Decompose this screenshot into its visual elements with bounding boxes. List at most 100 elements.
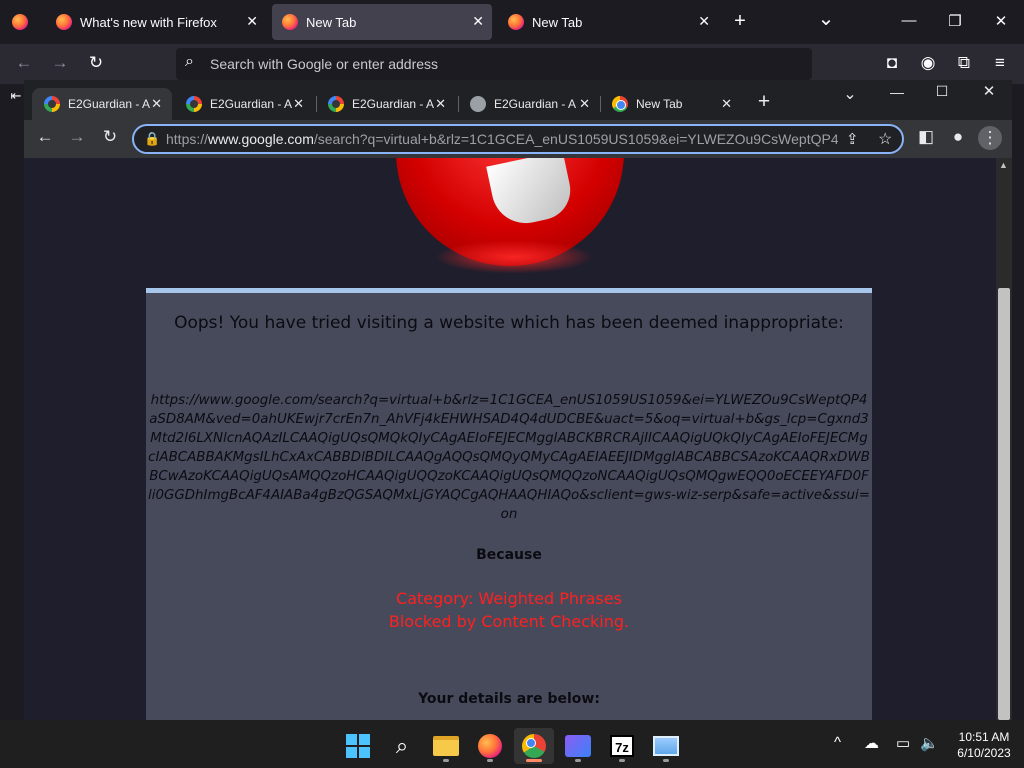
reload-icon[interactable]: ↻: [84, 53, 108, 73]
firefox-tab-bar: What's new with Firefox - More ✕ New Tab…: [0, 0, 1024, 44]
chrome-tab-e2guardian-3[interactable]: E2Guardian - A ✕: [316, 88, 456, 120]
back-icon[interactable]: ←: [12, 53, 36, 73]
clock-time: 10:51 AM: [958, 730, 1010, 744]
file-explorer-button[interactable]: [426, 728, 466, 764]
start-button[interactable]: [338, 728, 378, 764]
firefox-icon: [478, 734, 502, 758]
back-icon[interactable]: ←: [33, 127, 57, 147]
chrome-menu-icon[interactable]: ⋮: [978, 126, 1002, 150]
running-indicator: [663, 759, 669, 762]
running-indicator: [443, 759, 449, 762]
close-icon[interactable]: ✕: [246, 13, 258, 30]
reason-line: Blocked by Content Checking.: [388, 612, 630, 631]
taskbar-clock[interactable]: 10:51 AM 6/10/2023: [946, 729, 1022, 761]
close-icon[interactable]: ✕: [435, 96, 446, 112]
close-window-button[interactable]: ✕: [977, 82, 1001, 100]
google-icon: [328, 96, 344, 112]
7zip-button[interactable]: 7z: [602, 728, 642, 764]
chrome-icon: [522, 734, 546, 758]
block-reason: Category: Weighted Phrases Blocked by Co…: [146, 587, 872, 633]
close-icon[interactable]: ✕: [698, 13, 710, 30]
google-icon: [44, 96, 60, 112]
share-icon[interactable]: ⇪: [846, 130, 859, 148]
maximize-button[interactable]: ❐: [945, 12, 965, 30]
profile-icon[interactable]: ●: [946, 127, 970, 147]
category-line: Category: Weighted Phrases: [396, 589, 622, 608]
photos-button[interactable]: [646, 728, 686, 764]
chrome-taskbar-button[interactable]: [514, 728, 554, 764]
block-message-card: Oops! You have tried visiting a website …: [146, 288, 872, 720]
url-scheme: https://: [166, 131, 209, 147]
volume-icon[interactable]: 🔈: [920, 734, 939, 752]
running-indicator: [575, 759, 581, 762]
maximize-button[interactable]: ☐: [930, 83, 954, 100]
tab-label: E2Guardian - A: [210, 97, 292, 111]
tab-label: E2Guardian - A: [494, 97, 576, 111]
chrome-tab-e2guardian-4[interactable]: E2Guardian - A ✕: [458, 88, 600, 120]
menu-icon[interactable]: ≡: [988, 53, 1012, 73]
firefox-icon: [282, 14, 298, 30]
scrollbar-thumb[interactable]: [998, 288, 1010, 720]
firefox-view-icon[interactable]: [12, 14, 28, 30]
new-tab-button[interactable]: +: [728, 10, 752, 33]
chrome-address-bar[interactable]: 🔒 https://www.google.com/search?q=virtua…: [132, 124, 904, 154]
chrome-tab-new-tab[interactable]: New Tab ✕: [600, 88, 742, 120]
search-button[interactable]: ⌕: [382, 728, 422, 764]
firefox-tab-new-tab-active[interactable]: New Tab ✕: [272, 4, 492, 40]
tab-label: New Tab: [532, 14, 583, 30]
url-text[interactable]: https://www.google.com/search?q=virtual+…: [166, 131, 838, 147]
chrome-window: E2Guardian - A ✕ E2Guardian - A ✕ E2Guar…: [24, 80, 1012, 720]
clipchamp-button[interactable]: [558, 728, 598, 764]
new-tab-button[interactable]: +: [752, 90, 776, 114]
url-path: /search?q=virtual+b&rlz=1C1GCEA_enUS1059…: [313, 131, 838, 147]
reload-icon[interactable]: ↻: [98, 127, 122, 147]
lock-icon: 🔒: [144, 131, 161, 146]
close-icon[interactable]: ✕: [151, 96, 162, 112]
minimize-button[interactable]: —: [885, 84, 909, 100]
firefox-taskbar-button[interactable]: [470, 728, 510, 764]
tab-label: New Tab: [636, 97, 683, 111]
windows-logo-icon: [346, 734, 370, 758]
scroll-up-arrow-icon[interactable]: ▲: [999, 160, 1008, 170]
close-icon[interactable]: ✕: [721, 96, 732, 112]
running-indicator: [619, 759, 625, 762]
forward-icon[interactable]: →: [48, 53, 72, 73]
list-all-tabs-button[interactable]: ⌄: [814, 6, 838, 31]
show-hidden-icons-chevron-icon[interactable]: ^: [834, 734, 841, 751]
tab-label: E2Guardian - A: [352, 97, 434, 111]
chrome-tab-strip: E2Guardian - A ✕ E2Guardian - A ✕ E2Guar…: [24, 80, 1012, 120]
bookmark-star-icon[interactable]: ☆: [878, 129, 892, 149]
close-window-button[interactable]: ✕: [991, 12, 1011, 30]
chrome-icon: [612, 96, 628, 112]
extensions-icon[interactable]: ⧉: [952, 53, 976, 73]
tab-label: E2Guardian - A: [68, 97, 150, 111]
tab-label: New Tab: [306, 14, 357, 30]
running-indicator: [487, 759, 493, 762]
photos-icon: [653, 736, 679, 756]
block-heading: Oops! You have tried visiting a website …: [174, 313, 844, 333]
tab-search-chevron-icon[interactable]: ⌄: [838, 84, 862, 104]
chrome-tab-e2guardian-2[interactable]: E2Guardian - A ✕: [174, 88, 314, 120]
onedrive-icon[interactable]: ☁: [864, 734, 879, 752]
clipchamp-icon: [565, 735, 591, 757]
blocked-url: https://www.google.com/search?q=virtual+…: [148, 393, 870, 522]
firefox-tab-new-tab[interactable]: New Tab ✕: [498, 4, 718, 40]
close-icon[interactable]: ✕: [579, 96, 590, 112]
logo-glow: [434, 240, 594, 274]
account-icon[interactable]: ◉: [916, 53, 940, 73]
7zip-icon: 7z: [610, 735, 634, 757]
close-icon[interactable]: ✕: [472, 13, 484, 30]
firefox-address-bar[interactable]: ⌕ Search with Google or enter address: [176, 48, 812, 80]
save-to-pocket-icon[interactable]: ◘: [880, 53, 904, 73]
chrome-tab-e2guardian-1[interactable]: E2Guardian - A ✕: [32, 88, 172, 120]
because-label: Because: [476, 547, 542, 563]
side-panel-icon[interactable]: ◧: [914, 127, 938, 147]
minimize-button[interactable]: —: [899, 12, 919, 29]
search-icon: ⌕: [395, 733, 409, 758]
active-indicator: [526, 759, 542, 762]
network-icon[interactable]: ▭: [896, 734, 910, 752]
firefox-tab-whats-new[interactable]: What's new with Firefox - More ✕: [46, 4, 266, 40]
tab-label: What's new with Firefox - More: [80, 14, 220, 30]
close-icon[interactable]: ✕: [293, 96, 304, 112]
forward-icon[interactable]: →: [65, 127, 89, 147]
